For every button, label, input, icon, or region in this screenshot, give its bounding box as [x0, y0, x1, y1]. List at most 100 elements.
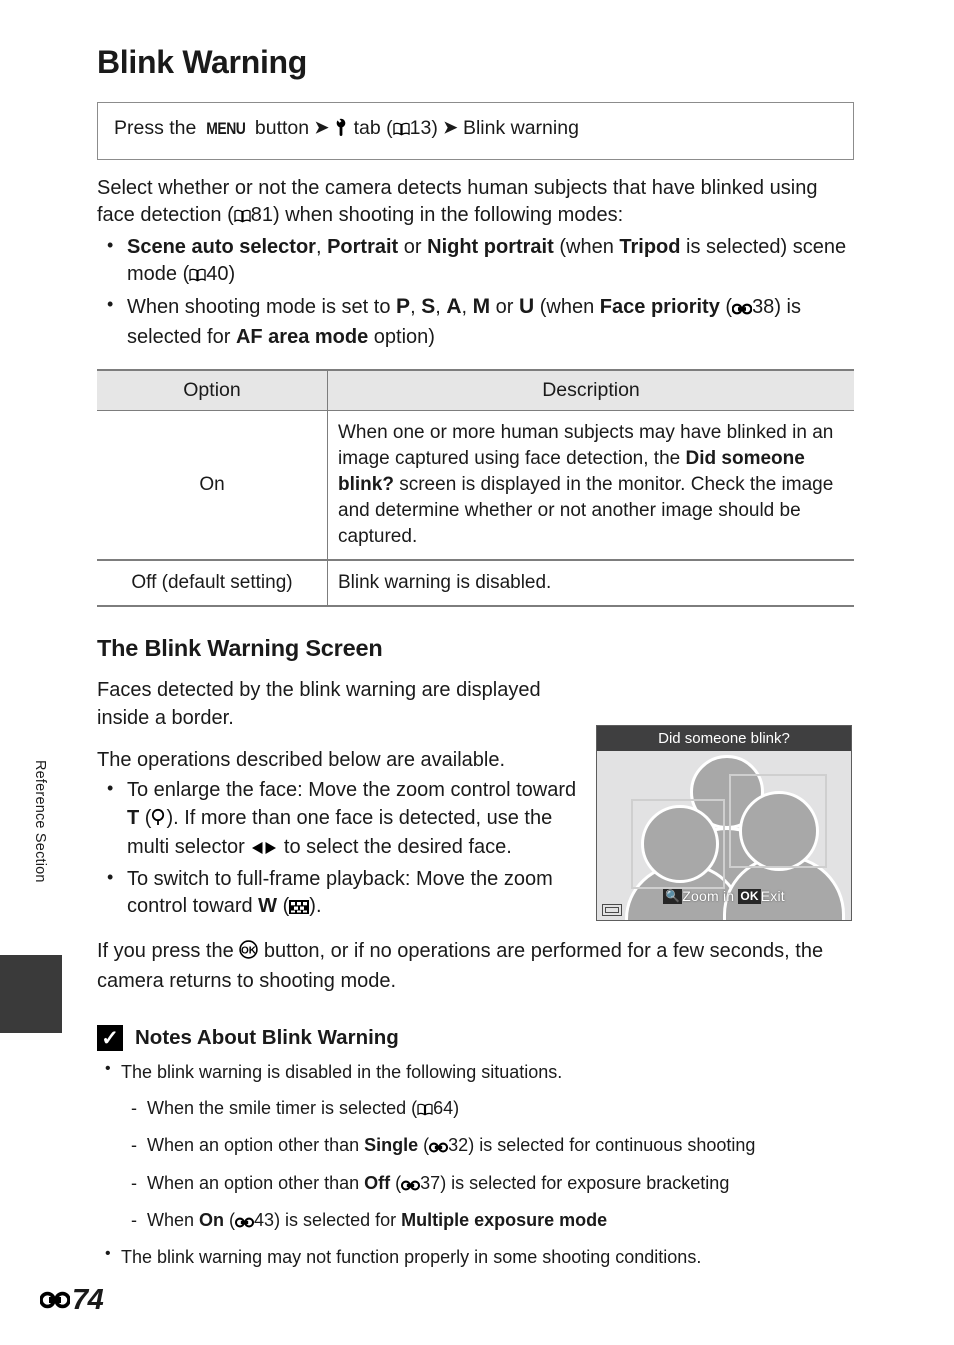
camera-monitor: Did someone blink? 🔍 Zoom in OK Exit	[596, 725, 852, 922]
intro-paragraph: Select whether or not the camera detects…	[97, 175, 854, 232]
desc-bold1: Did someone	[685, 448, 805, 470]
mode-letter-u: U	[519, 294, 535, 318]
book-reference-icon	[392, 119, 410, 142]
sub4-a: When	[147, 1210, 200, 1231]
e-section-icon-3	[401, 1173, 421, 1199]
table-cell-description-off: Blink warning is disabled.	[327, 560, 854, 608]
note-sub-item-2: When an option other than Single (32) is…	[121, 1133, 854, 1161]
mode-b1: Scene auto selector	[127, 235, 316, 258]
mode-tail-b: )	[228, 263, 236, 286]
screen-bullet-list: To enlarge the face: Move the zoom contr…	[97, 776, 577, 923]
face-detection-box-right	[729, 774, 827, 869]
screen-paragraph-1: Faces detected by the blink warning are …	[97, 679, 541, 729]
sub1-ref: 64	[433, 1097, 454, 1118]
note-item-1: The blink warning is disabled in the fol…	[97, 1058, 854, 1236]
sub2-a: When an option other than	[147, 1135, 365, 1156]
camera-screen-illustration: Did someone blink? 🔍 Zoom in OK Exit	[596, 725, 854, 922]
screen-b2-a: To switch to full-frame playback: Move t…	[127, 867, 553, 918]
mode-sep2: or	[398, 235, 428, 258]
mode2-bold1: Face priority	[599, 295, 720, 318]
camera-screen-title: Did someone blink?	[597, 726, 851, 752]
sub1-a: When the smile timer is selected (	[147, 1097, 418, 1118]
screen-section-text: Faces detected by the blink warning are …	[97, 677, 577, 923]
mode2-bold2: AF area mode	[235, 325, 369, 348]
mode-bullet-list: Scene auto selector, Portrait or Night p…	[97, 233, 854, 351]
book-reference-icon-2	[234, 204, 251, 232]
magnifier-zoom-in-icon	[151, 807, 166, 835]
svg-text:OK: OK	[241, 945, 257, 956]
mode-bullet-item-2: When shooting mode is set to P, S, A, M …	[97, 292, 854, 351]
screen-b2-b: .	[315, 895, 322, 918]
e-section-icon-1	[731, 296, 753, 324]
page-footer: 74	[39, 1284, 104, 1317]
desc-bold2: blink?	[338, 474, 394, 496]
notes-heading: ✓ Notes About Blink Warning	[97, 1025, 854, 1052]
desc-line1: When one or more human subjects may have…	[338, 422, 834, 444]
mode-b3: Night portrait	[427, 235, 554, 258]
sub4-ref: 43	[254, 1210, 275, 1231]
sub3-bold: Off	[364, 1172, 391, 1193]
mode-tail-ref: 40	[206, 263, 229, 286]
mode2-mid: (when	[534, 295, 600, 318]
intro-line2-b: ) when shooting in the following modes:	[273, 204, 624, 227]
section-vertical-label: Reference Section	[32, 760, 48, 883]
ok-button-icon: OK	[738, 889, 761, 905]
notes-sub-list: When the smile timer is selected (64) Wh…	[121, 1096, 854, 1236]
e-section-icon-4	[234, 1210, 255, 1236]
sub2-b: (	[418, 1135, 430, 1156]
note-sub-item-1: When the smile timer is selected (64)	[121, 1096, 854, 1124]
screen-b1-a: To enlarge the face: Move the zoom contr…	[127, 779, 577, 802]
menu-path-ref-close: )	[431, 117, 438, 140]
mode-b4: Tripod	[619, 235, 681, 258]
left-right-arrows-icon	[250, 836, 278, 864]
mode2-lead: When shooting mode is set to	[127, 295, 397, 318]
screen-bullet-item-1: To enlarge the face: Move the zoom contr…	[97, 776, 577, 864]
menu-path-button-word: button	[254, 117, 310, 140]
screen-paragraph-2: The operations described below are avail…	[97, 749, 506, 772]
wrench-setup-tab-icon	[334, 118, 348, 142]
hint-exit-label: Exit	[760, 888, 785, 905]
page-title: Blink Warning	[97, 44, 308, 80]
note-sub-item-4: When On (43) is selected for Multiple ex…	[121, 1208, 854, 1236]
camera-scene: 🔍 Zoom in OK Exit	[597, 751, 851, 921]
table-cell-option-on: On	[97, 410, 328, 562]
sub3-c: ) is selected for exposure bracketing	[440, 1172, 730, 1193]
e-section-icon-2	[429, 1135, 449, 1161]
book-reference-icon-3	[189, 263, 206, 291]
desc-line3: screen is displayed in the monitor.	[393, 474, 686, 496]
ok-button-icon-inline: OK	[239, 940, 258, 968]
table-cell-description-on: When one or more human subjects may have…	[327, 410, 854, 562]
menu-path-press-label: Press the	[114, 117, 197, 140]
mode2-tail-ref: 38	[752, 295, 775, 318]
section-heading-blink-screen: The Blink Warning Screen	[97, 635, 383, 662]
sub4-c: ) is selected for	[274, 1210, 402, 1231]
table-row: On When one or more human subjects may h…	[97, 410, 854, 562]
sub4-b: (	[224, 1210, 236, 1231]
mode2-tail-c: option)	[368, 325, 435, 348]
checkmark-note-icon: ✓	[97, 1025, 123, 1052]
magnifier-icon: 🔍	[663, 889, 683, 905]
menu-path-ref-page: 13	[409, 117, 432, 140]
table-header-description: Description	[327, 369, 854, 412]
intro-line2-ref: 81	[250, 204, 273, 227]
arrow-right-icon: ➤	[314, 118, 329, 138]
battery-level-icon	[602, 904, 622, 917]
document-page: Reference Section Blink Warning Press th…	[0, 0, 954, 1345]
mode-mid: (when	[553, 235, 620, 258]
hint-zoom-label: Zoom in	[682, 888, 735, 905]
mode-letter-s: S	[421, 294, 436, 318]
note-item-1-text: The blink warning is disabled in the fol…	[121, 1062, 563, 1083]
intro-line1: Select whether or not the camera detects…	[97, 176, 765, 199]
table-header-option: Option	[97, 369, 328, 412]
sub2-c: ) is selected for continuous shooting	[468, 1135, 756, 1156]
sub2-ref: 32	[448, 1135, 469, 1156]
closing-a: If you press the	[97, 939, 240, 962]
menu-path-box: Press the MENU button ➤ tab (13) ➤ Blink…	[97, 102, 854, 160]
mode-letter-a: A	[446, 294, 462, 318]
menu-path-destination: Blink warning	[462, 117, 579, 140]
mode-bullet-item-1: Scene auto selector, Portrait or Night p…	[97, 233, 854, 291]
sub3-ref: 37	[420, 1172, 441, 1193]
sub2-bold: Single	[364, 1135, 419, 1156]
mode-b2: Portrait	[327, 235, 399, 258]
sub3-a: When an option other than	[147, 1172, 365, 1193]
